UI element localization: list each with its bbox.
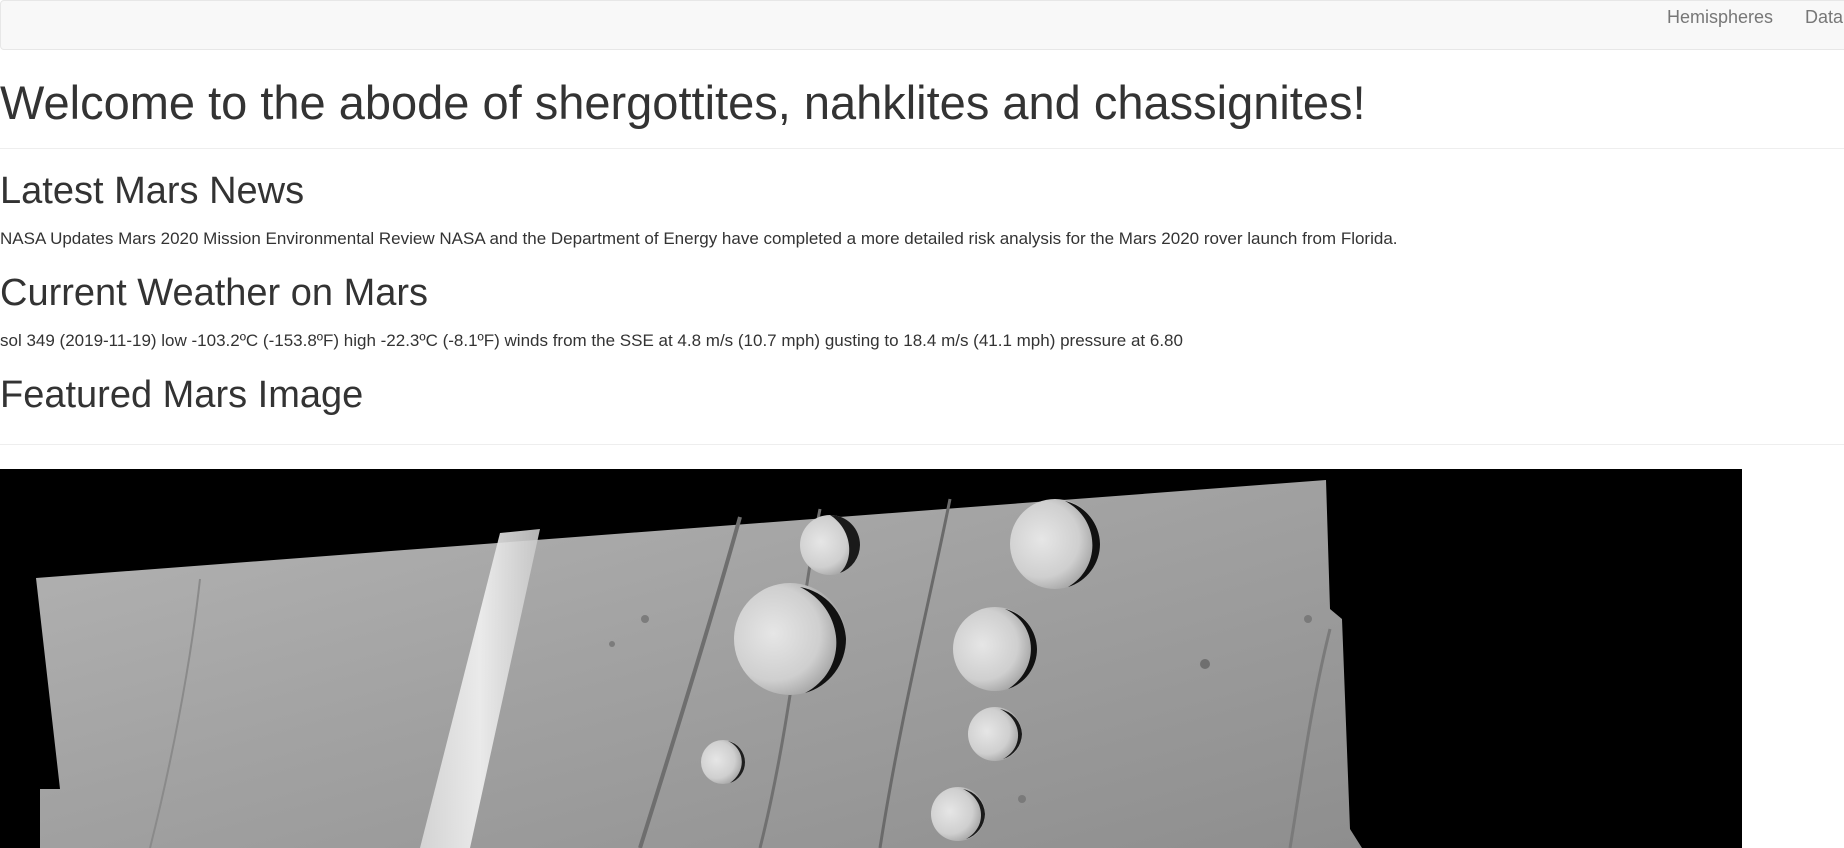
featured-mars-image[interactable] [0,469,1742,848]
page-title: Welcome to the abode of shergottites, na… [0,76,1366,129]
section-divider [0,444,1844,445]
featured-image-heading: Featured Mars Image [0,374,364,416]
news-text: NASA Updates Mars 2020 Mission Environme… [0,229,1398,248]
news-heading: Latest Mars News [0,170,305,212]
weather-heading: Current Weather on Mars [0,272,429,314]
mars-surface-picture [0,469,1742,848]
top-navbar: Hemispheres Data [0,0,1844,50]
nav-link-data[interactable]: Data [1805,7,1843,28]
weather-text: sol 349 (2019-11-19) low -103.2ºC (-153.… [0,331,1183,350]
page-header: Welcome to the abode of shergottites, na… [0,70,1844,149]
nav-link-hemispheres[interactable]: Hemispheres [1667,7,1773,28]
